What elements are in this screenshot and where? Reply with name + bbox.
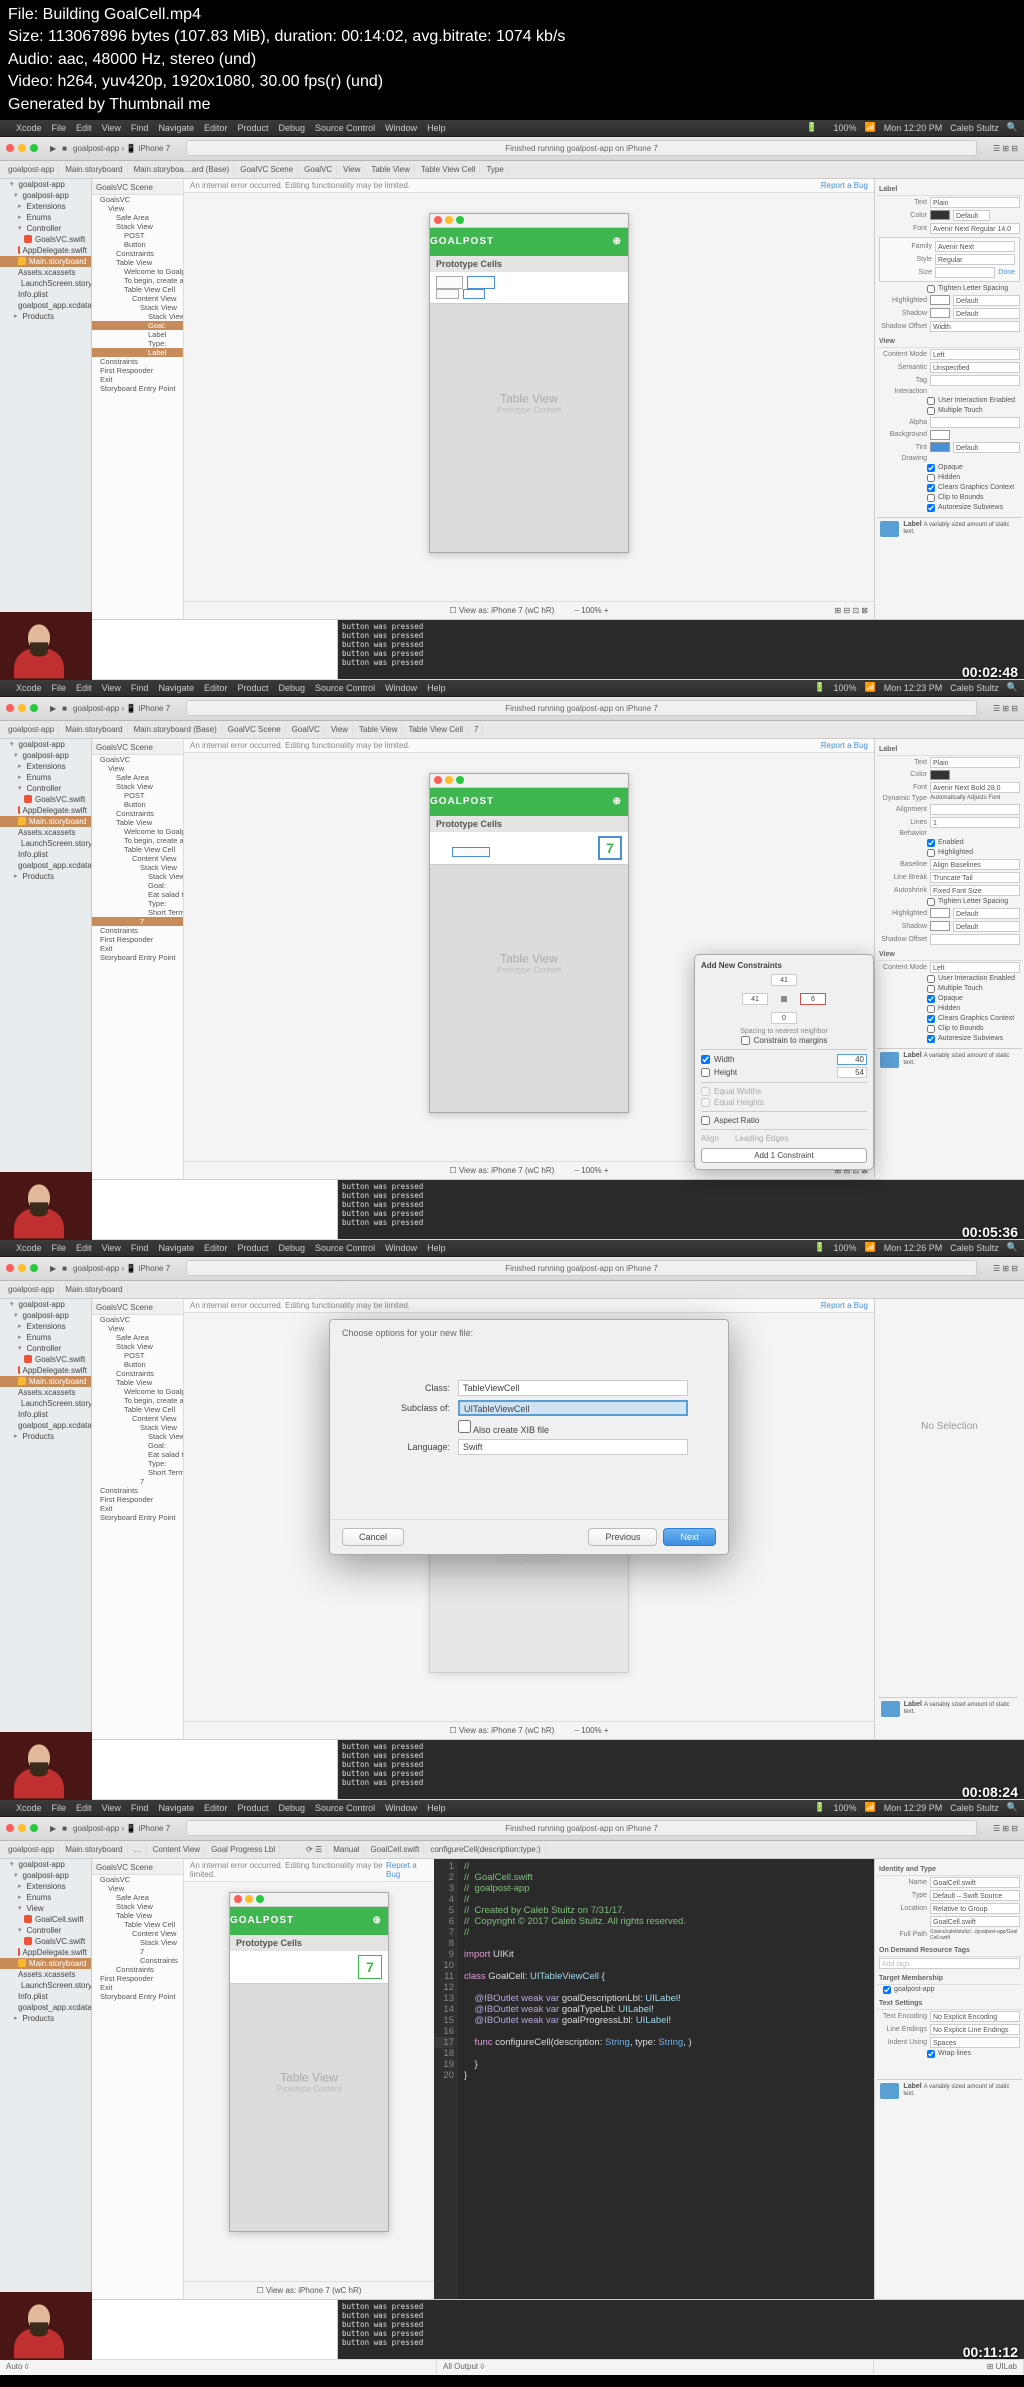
progress-counter[interactable]: 7: [598, 836, 622, 860]
next-button[interactable]: Next: [663, 1528, 716, 1546]
project-navigator[interactable]: goalpost-app goalpost-app Extensions Enu…: [0, 179, 92, 619]
simulated-device[interactable]: GOALPOST ⊕ Prototype Cells Goal:Label Ty…: [429, 213, 629, 553]
thumbnail-frame-4: Xcode FileEditView FindNavigateEditor Pr…: [0, 1800, 1024, 2360]
metadata-header: File: Building GoalCell.mp4 Size: 113067…: [0, 0, 1024, 120]
assistant-code-editor[interactable]: 1234567891011121314151617181920 // // Go…: [434, 1859, 874, 2299]
debug-area: button was pressed button was pressed bu…: [0, 619, 1024, 679]
search-icon[interactable]: 🔍: [1007, 122, 1018, 133]
xcode-toolbar: ▶ ■ goalpost-app › 📱 iPhone 7 Finished ru…: [0, 137, 1024, 161]
ib-canvas[interactable]: An internal error occurred. Editing func…: [184, 179, 874, 619]
thumbnail-frame-1: Xcode FileEdit ViewFind NavigateEditor P…: [0, 120, 1024, 680]
jump-bar[interactable]: goalpost-appMain.storyboardMain.storyboa…: [0, 161, 1024, 179]
attributes-inspector[interactable]: Label TextPlain ColorDefault FontAvenir …: [874, 179, 1024, 619]
editor-mode-icons[interactable]: ☰ ⊞ ⊟: [993, 144, 1018, 153]
prototype-cell[interactable]: Goal:Label Type:Label: [430, 272, 628, 304]
console[interactable]: button was pressed button was pressed bu…: [338, 620, 1024, 679]
frame-timestamp: 00:02:48: [962, 664, 1018, 680]
language-select[interactable]: Swift: [458, 1439, 688, 1455]
app-name[interactable]: Xcode: [16, 123, 42, 133]
subclass-input[interactable]: UITableViewCell: [458, 1400, 688, 1416]
wifi-icon: 📶: [865, 122, 876, 133]
previous-button[interactable]: Previous: [588, 1528, 657, 1546]
window-controls[interactable]: [6, 144, 38, 152]
activity-status: Finished running goalpost-app on iPhone …: [186, 140, 977, 156]
thumbnail-frame-2: Xcode FileEditView FindNavigateEditor Pr…: [0, 680, 1024, 1240]
battery-icon: 🔋: [806, 122, 817, 133]
add-constraints-popover[interactable]: Add New Constraints 41 41 6 0 Spacing to…: [694, 954, 874, 1170]
thumbnail-frame-3: Xcode FileEditView FindNavigateEditor Pr…: [0, 1240, 1024, 1800]
file-inspector[interactable]: Identity and Type NameGoalCell.swift Typ…: [874, 1859, 1024, 2299]
presenter-webcam: [0, 612, 92, 680]
constraint-tools[interactable]: ⊞ ⊟ ⊡ ⊠: [835, 606, 868, 615]
class-name-input[interactable]: TableViewCell: [458, 1380, 688, 1396]
clock: Mon 12:20 PM: [884, 123, 943, 133]
scheme-selector[interactable]: goalpost-app › 📱 iPhone 7: [73, 144, 170, 153]
stop-button[interactable]: ■: [62, 144, 67, 153]
label-object-icon: [880, 521, 899, 537]
add-constraints-button[interactable]: Add 1 Constraint: [701, 1148, 867, 1163]
run-button[interactable]: ▶: [50, 144, 56, 153]
macos-menubar: Xcode FileEdit ViewFind NavigateEditor P…: [0, 120, 1024, 137]
new-file-sheet[interactable]: Choose options for your new file: Class:…: [329, 1319, 729, 1555]
user-name: Caleb Stultz: [950, 123, 999, 133]
document-outline[interactable]: GoalsVC Scene GoalsVC View Safe Area Sta…: [92, 179, 184, 619]
cancel-button[interactable]: Cancel: [342, 1528, 404, 1546]
main-storyboard-item[interactable]: Main.storyboard: [0, 256, 91, 267]
nav-bar: GOALPOST ⊕: [430, 228, 628, 256]
